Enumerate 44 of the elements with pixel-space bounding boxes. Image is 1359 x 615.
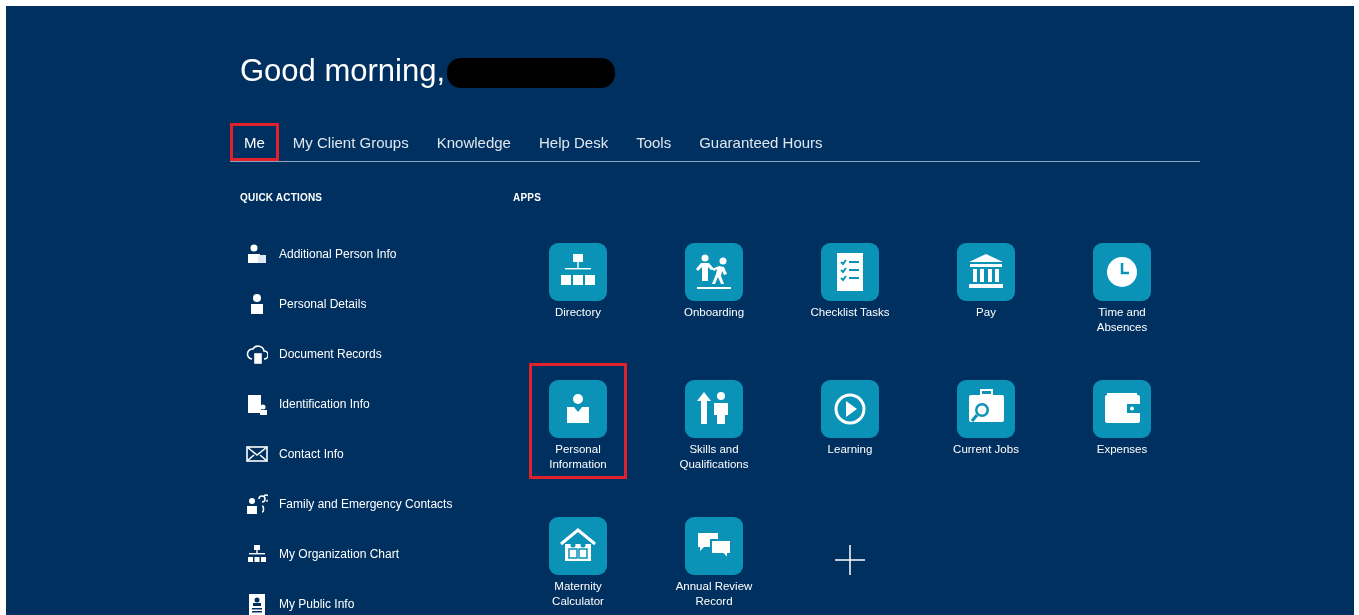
briefcase-search-icon [957, 380, 1015, 438]
quick-action-link[interactable]: Document Records [246, 329, 513, 379]
org-chart-icon [246, 543, 268, 565]
app-tile[interactable]: Pay [937, 226, 1035, 327]
house-icon [549, 517, 607, 575]
app-tile[interactable]: Current Jobs [937, 363, 1035, 464]
play-icon [821, 380, 879, 438]
envelope-icon [246, 443, 268, 465]
app-tile[interactable]: Directory [529, 226, 627, 327]
nav-tab[interactable]: My Client Groups [278, 123, 423, 161]
quick-action-link[interactable]: My Organization Chart [246, 529, 513, 579]
nav-tab[interactable]: Help Desk [524, 123, 623, 161]
app-tile[interactable]: Personal Information [529, 363, 627, 479]
quick-action-link[interactable]: Contact Info [246, 429, 513, 479]
add-button[interactable] [835, 545, 865, 578]
app-tile[interactable]: Checklist Tasks [801, 226, 899, 327]
checklist-icon [821, 243, 879, 301]
nav-tab[interactable]: Guaranteed Hours [685, 123, 837, 161]
wallet-icon [1093, 380, 1151, 438]
section-heading: APPS [513, 192, 543, 203]
app-tile[interactable]: Expenses [1073, 363, 1171, 464]
app-tile[interactable]: Onboarding [665, 226, 763, 327]
app-tile[interactable]: Maternity Calculator [529, 500, 627, 615]
quick-action-link[interactable]: Personal Details [246, 279, 513, 329]
section-heading: QUICK ACTIONS [240, 192, 324, 203]
clock-icon [1093, 243, 1151, 301]
app-tile[interactable]: Skills and Qualifications [665, 363, 763, 479]
nav-tab[interactable]: Knowledge [422, 123, 525, 161]
app-tile[interactable]: Annual Review Record [665, 500, 763, 615]
cloud-document-icon [246, 343, 268, 365]
nav-tab[interactable]: Me [230, 123, 279, 161]
arrow-person-icon [685, 380, 743, 438]
org-chart-icon [549, 243, 607, 301]
chat-bubbles-icon [685, 517, 743, 575]
person-icon [549, 380, 607, 438]
greeting: Good morning, [240, 53, 446, 89]
quick-action-link[interactable]: My Public Info [246, 579, 513, 615]
quick-action-link[interactable]: Family and Emergency Contacts [246, 479, 513, 529]
quick-action-link[interactable]: Additional Person Info [246, 229, 513, 279]
bank-icon [957, 243, 1015, 301]
nav-tab[interactable]: Tools [622, 123, 686, 161]
quick-action-link[interactable]: Identification Info [246, 379, 513, 429]
app-tile[interactable]: Learning [801, 363, 899, 464]
app-tile[interactable]: Time and Absences [1073, 226, 1171, 342]
